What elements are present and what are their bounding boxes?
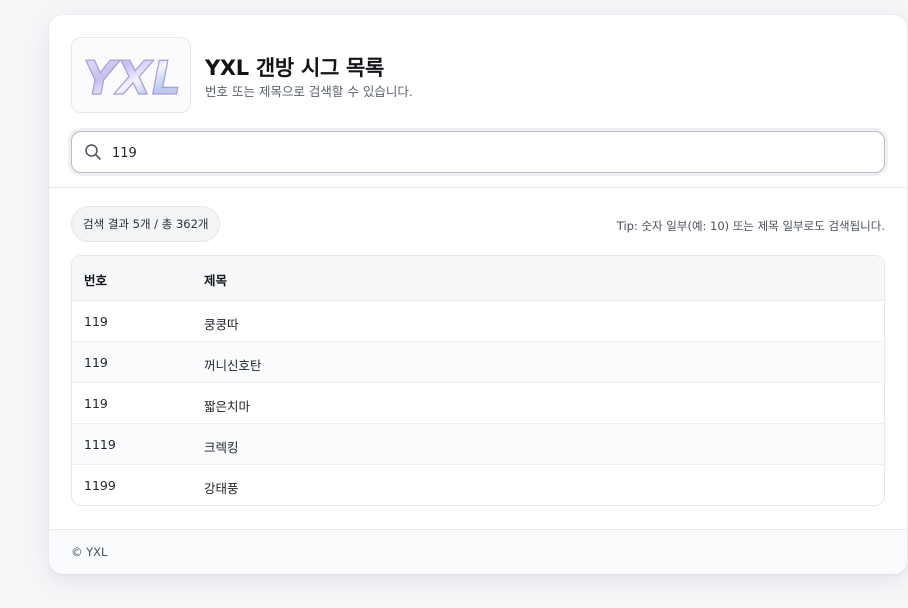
search-icon bbox=[84, 143, 102, 165]
row-number: 1119 bbox=[84, 437, 116, 452]
table-header: 번호 제목 bbox=[72, 256, 884, 301]
row-number: 119 bbox=[84, 396, 108, 411]
logo-text: YXL bbox=[83, 51, 181, 105]
row-title: 꺼니신호탄 bbox=[204, 358, 262, 373]
search-box[interactable] bbox=[71, 131, 885, 173]
table-row[interactable]: 119 쿵쿵따 bbox=[72, 301, 884, 342]
table-row[interactable]: 1199 강태풍 bbox=[72, 465, 884, 505]
divider bbox=[49, 187, 907, 188]
row-title: 짧은치마 bbox=[204, 399, 251, 414]
row-title: 크렉킹 bbox=[204, 440, 239, 455]
column-header-number: 번호 bbox=[84, 273, 108, 288]
page-subtitle: 번호 또는 제목으로 검색할 수 있습니다. bbox=[205, 84, 413, 99]
table-row[interactable]: 1119 크렉킹 bbox=[72, 424, 884, 465]
row-number: 119 bbox=[84, 355, 108, 370]
result-count-badge: 검색 결과 5개 / 총 362개 bbox=[71, 206, 221, 242]
main-card: YXL YXL 갠방 시그 목록 번호 또는 제목으로 검색할 수 있습니다. … bbox=[49, 15, 907, 574]
table-body: 119 쿵쿵따 119 꺼니신호탄 119 짧은치마 1119 크렉킹 1199… bbox=[72, 301, 884, 505]
copyright-text: © YXL bbox=[71, 545, 108, 559]
row-number: 119 bbox=[84, 314, 108, 329]
search-input[interactable] bbox=[112, 141, 872, 165]
header: YXL YXL 갠방 시그 목록 번호 또는 제목으로 검색할 수 있습니다. bbox=[71, 37, 885, 113]
results-table: 번호 제목 119 쿵쿵따 119 꺼니신호탄 119 짧은치마 1119 크렉… bbox=[71, 255, 885, 506]
table-row[interactable]: 119 짧은치마 bbox=[72, 383, 884, 424]
row-title: 강태풍 bbox=[204, 481, 239, 496]
footer: © YXL bbox=[49, 530, 907, 574]
search-tip: Tip: 숫자 일부(예: 10) 또는 제목 일부로도 검색됩니다. bbox=[616, 219, 885, 233]
table-row[interactable]: 119 꺼니신호탄 bbox=[72, 342, 884, 383]
row-title: 쿵쿵따 bbox=[204, 317, 239, 332]
column-header-title: 제목 bbox=[204, 273, 228, 288]
logo: YXL bbox=[71, 37, 191, 113]
row-number: 1199 bbox=[84, 478, 116, 493]
page-title: YXL 갠방 시그 목록 bbox=[205, 56, 385, 80]
